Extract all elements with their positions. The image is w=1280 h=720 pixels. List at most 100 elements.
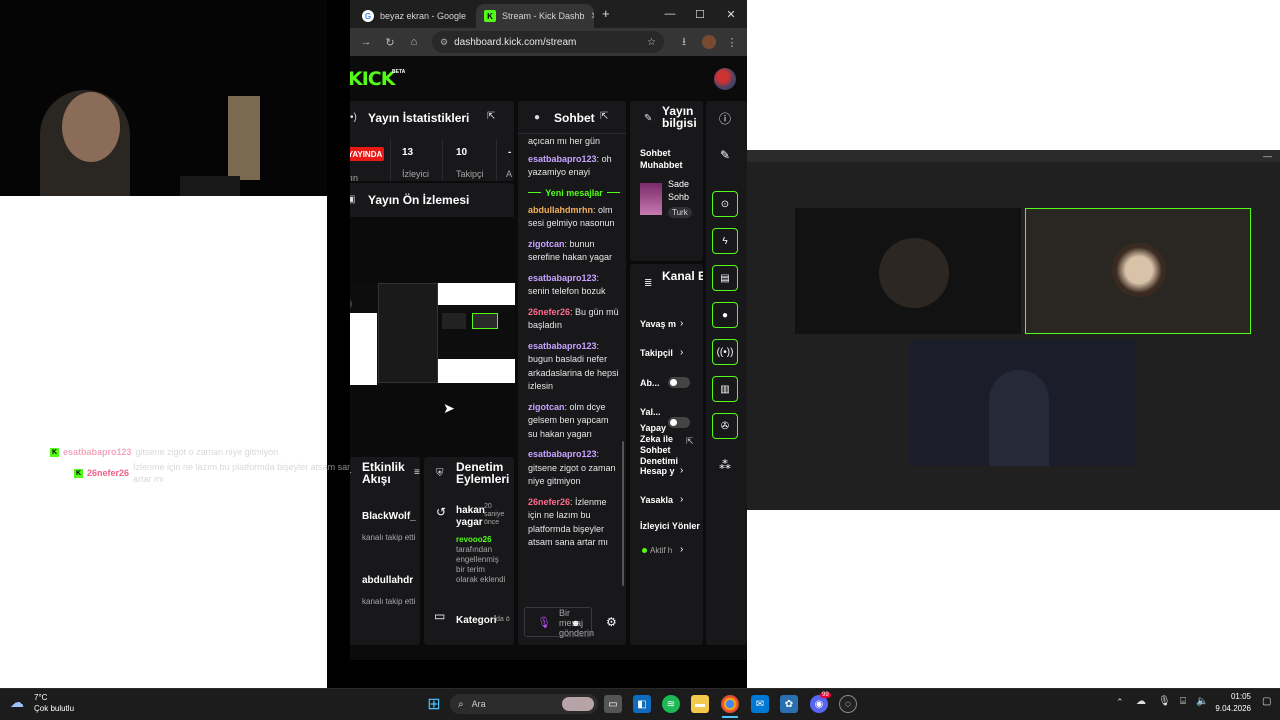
preview-icon: ▣ <box>350 194 356 205</box>
subscribers-toggle[interactable] <box>668 377 690 388</box>
volume-icon[interactable]: 🔈 <box>1196 696 1208 707</box>
chat-message: esatbabapro123: senin telefon bozuk <box>528 272 606 297</box>
chat-message: esatbabapro123: bugun basladi nefer arka… <box>528 340 619 392</box>
chevron-right-icon[interactable]: › <box>680 494 683 505</box>
forward-icon[interactable]: → <box>358 34 374 50</box>
capture-icon[interactable]: ⊙ <box>712 191 738 217</box>
chat-message: esatbabapro123: oh yazamiyo enayi <box>528 153 612 178</box>
settings-gear-icon[interactable]: ⚙ <box>606 615 617 629</box>
spotify-icon[interactable]: ≋ <box>662 695 680 713</box>
participant-avatar <box>1112 243 1166 297</box>
filter-icon[interactable]: ≡ <box>414 467 420 478</box>
chat-user[interactable]: esatbabapro123 <box>528 273 597 283</box>
info-icon[interactable]: ⓘ <box>712 105 738 131</box>
chat-user[interactable]: esatbabapro123 <box>528 341 597 351</box>
action-followers-only[interactable]: Takipçil <box>640 348 673 358</box>
activity-user[interactable]: abdullahdr <box>362 575 413 586</box>
action-viewer-redirect[interactable]: İzleyici Yönler <box>640 521 700 531</box>
profile-avatar[interactable] <box>702 35 716 49</box>
external-link-icon[interactable]: ⇱ <box>686 436 694 447</box>
app-icon[interactable]: ◌ <box>839 695 857 713</box>
moderation-time: 20 saniye önce <box>484 503 505 526</box>
windows-start-icon[interactable]: ⊞ <box>425 695 443 713</box>
url-field[interactable]: ⚙ dashboard.kick.com/stream ☆ <box>432 31 664 53</box>
weather-icon[interactable]: ☁ <box>10 694 24 711</box>
undo-icon[interactable]: ↺ <box>436 505 446 519</box>
minimize-button[interactable]: — <box>655 5 685 23</box>
wrench-icon[interactable]: ✇ <box>712 413 738 439</box>
download-icon[interactable]: ⭳ <box>676 34 692 50</box>
chat-user[interactable]: zigotcan <box>528 402 565 412</box>
document-icon[interactable]: ▤ <box>712 265 738 291</box>
network-icon[interactable]: ⌸ <box>1180 696 1186 707</box>
cloud-icon[interactable]: ☁ <box>1136 696 1146 707</box>
store-icon[interactable]: ◧ <box>633 695 651 713</box>
chat-user[interactable]: abdullahdmrhn <box>528 205 593 215</box>
chevron-right-icon[interactable]: › <box>680 318 683 329</box>
clock-date[interactable]: 9.04.2026 <box>1210 704 1251 713</box>
notifications-icon[interactable]: ▢ <box>1262 696 1271 707</box>
chat-bubble-icon[interactable]: ● <box>712 302 738 328</box>
bolt-icon[interactable]: ϟ <box>712 228 738 254</box>
chevron-up-icon[interactable]: ⌃ <box>1116 697 1124 708</box>
close-icon[interactable]: ✕ <box>591 11 594 22</box>
chat-input[interactable]: 🎙 Bir mesaj gönderin ☻ <box>524 607 594 638</box>
broadcast-icon[interactable]: ((•)) <box>712 339 738 365</box>
video-call-window: — <box>747 150 1280 510</box>
add-widget-icon[interactable]: ⁂ <box>712 452 738 478</box>
user-avatar[interactable] <box>714 68 736 90</box>
emoji-icon[interactable]: ☻ <box>571 618 580 628</box>
new-tab-button[interactable]: + <box>602 6 610 21</box>
menu-icon[interactable]: ⋮ <box>724 34 740 50</box>
overlay-chat-line: K esatbabapro123 gitsene zigot o zaman n… <box>50 447 278 457</box>
chrome-icon[interactable] <box>721 695 739 713</box>
maximize-button[interactable]: ☐ <box>685 5 715 23</box>
tab-google[interactable]: G beyaz ekran - Google ✕ <box>354 4 472 28</box>
popout-icon[interactable]: ⇱ <box>487 111 495 122</box>
layout-icon[interactable]: ▥ <box>712 376 738 402</box>
chat-user[interactable]: esatbabapro123 <box>528 449 597 459</box>
chevron-right-icon[interactable]: › <box>680 465 683 476</box>
action-ai-moderation[interactable]: Yapay Zeka ile Sohbet Denetimi <box>640 423 682 467</box>
mail-icon[interactable]: ✉ <box>751 695 769 713</box>
action-slow-mode[interactable]: Yavaş m <box>640 319 676 329</box>
clock-time[interactable]: 01:05 <box>1217 692 1251 701</box>
preview-video[interactable] <box>350 283 515 385</box>
taskbar-search[interactable]: ⌕ Ara <box>450 694 598 714</box>
task-view-icon[interactable]: ▭ <box>604 695 622 713</box>
home-icon[interactable]: ⌂ <box>406 34 422 50</box>
mouse-cursor-icon: ➤ <box>443 400 455 416</box>
kick-badge-icon: K <box>50 447 59 457</box>
status-text: Aktif h <box>650 546 673 555</box>
kick-logo[interactable]: KICK <box>350 68 395 90</box>
language-tag[interactable]: Turk <box>668 207 692 218</box>
close-window-button[interactable]: ✕ <box>716 5 746 23</box>
preview-title: Yayın Ön İzlemesi <box>368 193 470 207</box>
activity-user[interactable]: BlackWolf_ <box>362 511 416 522</box>
weather-temp[interactable]: 7°C <box>34 693 47 702</box>
site-info-icon[interactable]: ⚙ <box>440 37 448 48</box>
chat-user[interactable]: 26nefer26 <box>528 307 570 317</box>
chat-user[interactable]: esatbabapro123 <box>528 154 597 164</box>
weather-desc[interactable]: Çok bulutlu <box>34 704 74 713</box>
edit-icon[interactable]: ✎ <box>712 142 738 168</box>
moderator-name[interactable]: revooo26 <box>456 535 492 544</box>
tab-kick[interactable]: K Stream - Kick Dashb ✕ <box>476 4 594 28</box>
chevron-right-icon[interactable]: › <box>680 347 683 358</box>
bookmark-star-icon[interactable]: ☆ <box>647 37 656 48</box>
reload-icon[interactable]: ↻ <box>382 34 398 50</box>
chat-user[interactable]: zigotcan <box>528 239 565 249</box>
action-bans[interactable]: Yasakla <box>640 495 673 505</box>
popout-icon[interactable]: ⇱ <box>600 111 608 122</box>
chevron-right-icon[interactable]: › <box>680 544 683 555</box>
search-icon: ⌕ <box>458 698 464 710</box>
chat-scrollbar[interactable] <box>622 441 624 586</box>
active-indicator <box>722 716 738 718</box>
settings-app-icon[interactable]: ✿ <box>780 695 798 713</box>
action-account[interactable]: Hesap y <box>640 466 675 476</box>
chat-user[interactable]: 26nefer26 <box>528 497 570 507</box>
microphone-icon[interactable]: 🎙 <box>1158 696 1171 707</box>
file-explorer-icon[interactable]: ▬ <box>691 695 709 713</box>
minimize-button[interactable]: — <box>1263 151 1272 161</box>
microphone-icon[interactable]: 🎙 <box>537 616 551 629</box>
